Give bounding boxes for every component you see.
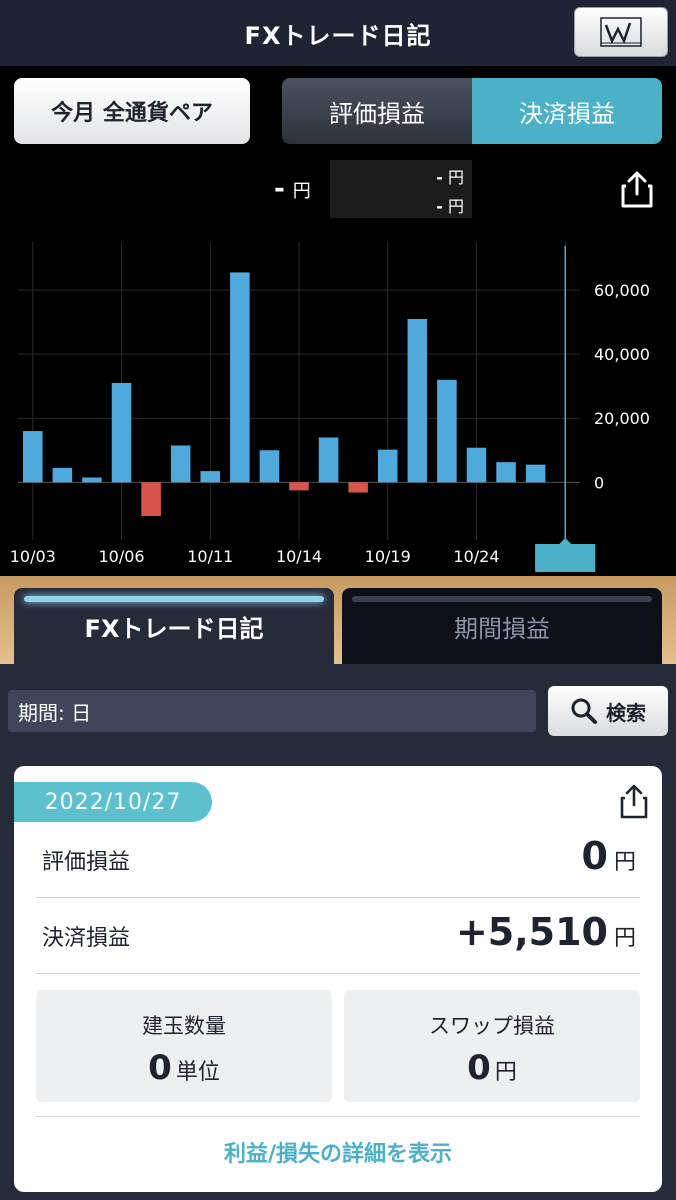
swap-value: 0円 (467, 1048, 517, 1088)
x-tick-label: 10/24 (453, 547, 499, 566)
share-icon[interactable] (618, 170, 656, 210)
bar-10/05 (82, 477, 102, 483)
date-badge: 2022/10/27 (14, 782, 212, 822)
bar-10/21 (437, 379, 457, 483)
bar-10/04 (52, 467, 73, 483)
tab-period-pl[interactable]: 期間損益 (342, 588, 662, 664)
summary-tooltip: - 円 - 円 (330, 160, 472, 218)
x-tick-label: 10/19 (365, 547, 411, 566)
tab-fx-diary-label: FXトレード日記 (84, 614, 264, 643)
realized-label: 決済損益 (42, 926, 131, 951)
search-button[interactable]: 検索 (548, 686, 668, 736)
bar-10/06 (111, 382, 132, 483)
y-tick-label: 40,000 (594, 345, 650, 364)
unrealized-row: 評価損益 0円 (36, 822, 640, 898)
daily-card: 2022/10/27 評価損益 0円 決済損益 +5,510 円 建玉数量 0 単位… (14, 766, 662, 1192)
chart-summary: -円 - 円 - 円 (0, 160, 676, 220)
bar-10/10 (170, 445, 191, 483)
search-icon (571, 698, 597, 724)
bar-10/19 (377, 449, 398, 483)
unrealized-value: 0円 (581, 834, 636, 878)
realized-row: 決済損益 +5,510 円 (36, 898, 640, 974)
pl-type-segmented-control: 評価損益 決済損益 (282, 78, 662, 144)
tab-period-pl-label: 期間損益 (454, 614, 550, 643)
bar-10/20 (407, 318, 428, 483)
y-tick-label: 60,000 (594, 281, 650, 300)
y-tick-label: 0 (594, 473, 604, 492)
pl-detail-link[interactable]: 利益/損失の詳細を表示 (14, 1136, 662, 1168)
position-value: 0 単位 (148, 1048, 220, 1088)
x-tick-label: 10/11 (187, 547, 233, 566)
x-tick-label: 10/03 (10, 547, 56, 566)
bar-10/25 (496, 462, 516, 483)
chart-icon (600, 17, 642, 47)
summary-line-1: - 円 (436, 168, 464, 187)
tab-bar: FXトレード日記 期間損益 (0, 576, 676, 664)
period-field[interactable]: 期間: 日 (8, 690, 536, 732)
position-stat: 建玉数量 0 単位 (36, 990, 332, 1102)
bar-10/07 (141, 482, 161, 516)
selection-marker-overlay (535, 544, 596, 570)
realized-pl-bar-chart[interactable]: 0 20,000 40,000 60,000 10/03 10/06 10/11 10/14 1… (0, 232, 676, 572)
period-currency-button[interactable]: 今月 全通貨ペア (14, 78, 250, 144)
bottom-panel: FXトレード日記 期間損益 期間: 日 検索 2022/10/27 評価損益 0… (0, 576, 676, 1200)
realized-value: +5,510 円 (455, 910, 636, 954)
tab-indicator (24, 596, 324, 602)
bar-10/24 (466, 447, 487, 483)
swap-stat: スワップ損益 0円 (344, 990, 640, 1102)
x-tick-label: 10/06 (98, 547, 144, 566)
divider (36, 1116, 640, 1117)
bar-10/26 (525, 464, 546, 483)
x-tick-label: 10/14 (276, 547, 322, 566)
app-header: FXトレード日記 (0, 0, 676, 66)
page-title: FXトレード日記 (244, 21, 432, 50)
search-button-label: 検索 (606, 700, 646, 725)
bar-10/18 (348, 482, 368, 493)
bar-10/13 (259, 450, 280, 483)
chart-toggle-button[interactable] (574, 7, 668, 57)
bar-10/11 (200, 471, 221, 483)
bar-10/12 (230, 272, 250, 483)
summary-total: -円 (274, 174, 311, 204)
seg-unrealized[interactable]: 評価損益 (282, 78, 472, 144)
selection-marker-arrow (559, 538, 572, 544)
daily-card-area: 2022/10/27 評価損益 0円 決済損益 +5,510 円 建玉数量 0 単位… (0, 752, 676, 1200)
unrealized-label: 評価損益 (42, 850, 131, 875)
search-bar: 期間: 日 検索 (0, 664, 676, 752)
bar-10/17 (318, 437, 339, 483)
summary-line-2: - 円 (436, 197, 464, 216)
swap-label: スワップ損益 (429, 1014, 555, 1038)
tab-fx-diary[interactable]: FXトレード日記 (14, 588, 334, 664)
bar-10/14 (289, 482, 309, 491)
share-icon[interactable] (618, 784, 650, 820)
y-tick-label: 20,000 (594, 409, 650, 428)
tab-indicator (352, 596, 652, 602)
bar-10/03 (23, 431, 43, 483)
seg-realized[interactable]: 決済損益 (472, 78, 662, 144)
position-label: 建玉数量 (142, 1014, 226, 1038)
